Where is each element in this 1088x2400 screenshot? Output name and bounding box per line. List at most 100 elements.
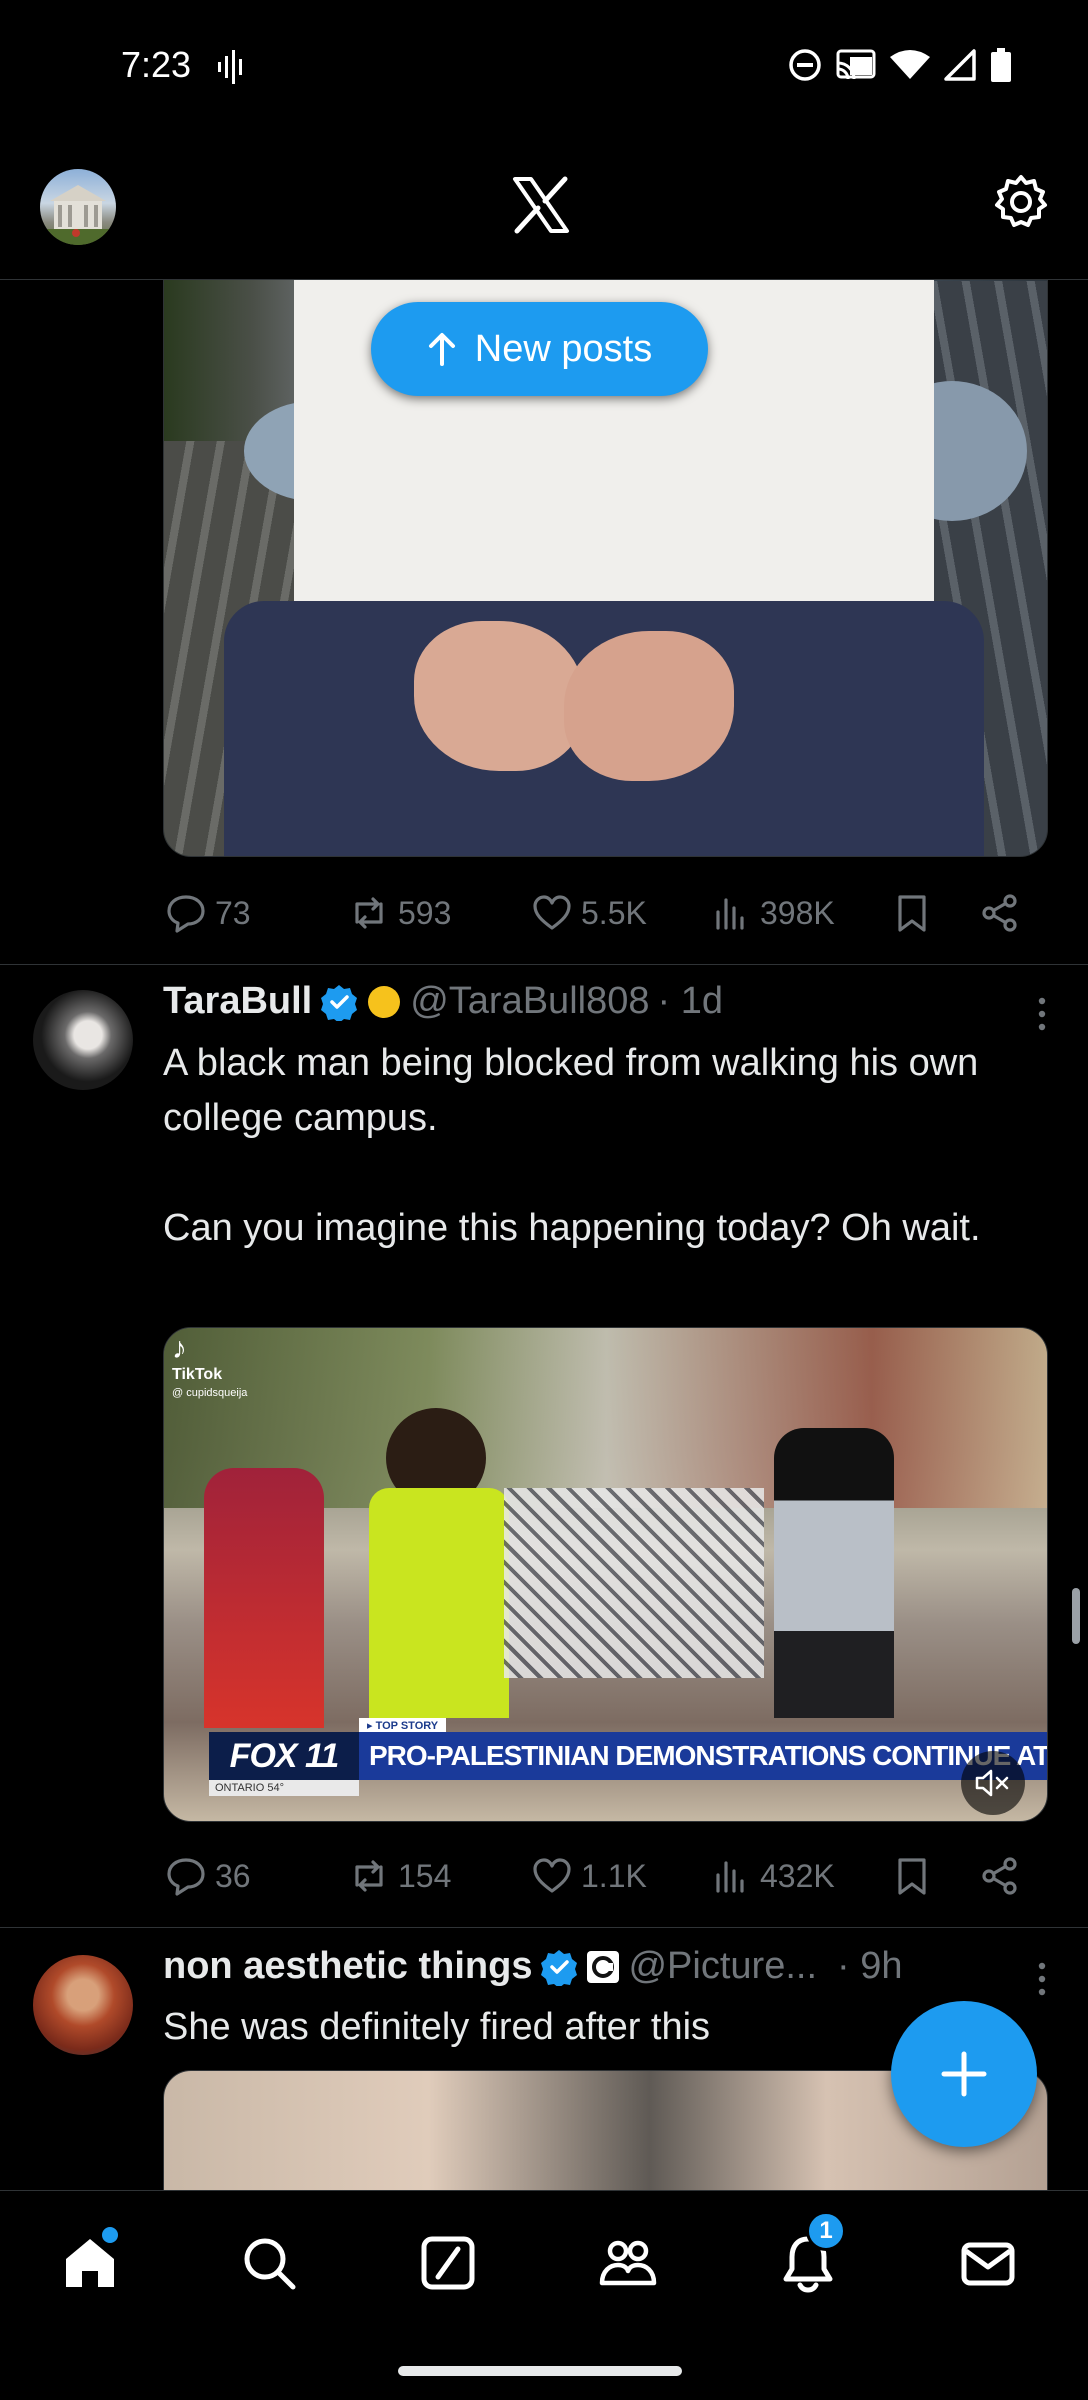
grok-icon: [421, 2236, 475, 2290]
search-icon: [244, 2238, 296, 2290]
author-name[interactable]: TaraBull: [163, 980, 312, 1023]
verified-badge-icon: [541, 1949, 578, 1986]
bookmark-button[interactable]: [891, 892, 933, 934]
tiktok-note-icon: ♪: [172, 1332, 187, 1365]
news-headline: PRO-PALESTINIAN DEMONSTRATIONS CONTINUE …: [359, 1732, 1047, 1780]
media-detail: [414, 621, 584, 771]
arrow-up-icon: [428, 333, 455, 366]
new-content-dot: [102, 2227, 118, 2243]
post-time: · 1d: [657, 980, 723, 1022]
do-not-disturb-icon: [789, 49, 821, 81]
reply-count: 73: [215, 894, 251, 931]
reply-icon: [167, 1858, 205, 1896]
author-name[interactable]: non aesthetic things: [163, 1945, 532, 1988]
post-actions: 73 593 5.5K 398K: [163, 888, 1043, 938]
x-logo-icon[interactable]: [511, 175, 571, 235]
cast-icon: [836, 49, 876, 80]
tiktok-label: TikTok: [172, 1366, 223, 1383]
nav-communities[interactable]: [596, 2231, 660, 2295]
nav-grok[interactable]: [416, 2231, 480, 2295]
post-video[interactable]: ♪ TikTok @ cupidsqueija ▸ TOP STORY FOX …: [163, 1327, 1048, 1822]
affiliate-badge-icon: [587, 1950, 620, 1983]
post-author-avatar[interactable]: [33, 990, 133, 1090]
post-text: She was definitely fired after this: [163, 2006, 711, 2048]
new-posts-label: New posts: [474, 327, 653, 370]
repost-icon: [355, 897, 383, 929]
notifications-badge: 1: [806, 2211, 846, 2251]
post-text-paragraph: A black man being blocked from walking h…: [163, 1042, 979, 1139]
building-avatar-image: [40, 185, 116, 245]
repost-count: 593: [398, 894, 452, 931]
more-options-icon[interactable]: [1036, 1961, 1048, 1997]
nav-home[interactable]: [58, 2227, 122, 2295]
share-button[interactable]: [979, 892, 1021, 934]
new-posts-button[interactable]: New posts: [371, 302, 708, 396]
post-author-avatar[interactable]: [33, 1955, 133, 2055]
cell-signal-icon: [944, 49, 976, 81]
post-divider: [0, 1927, 1088, 1928]
bookmark-icon: [898, 895, 926, 932]
views-button[interactable]: 432K: [710, 1855, 835, 1897]
news-location: ONTARIO 54°: [209, 1780, 359, 1796]
post-actions: 36 154 1.1K 432K: [163, 1851, 1043, 1901]
post-header: non aesthetic things @Picture... · 9h: [163, 1945, 902, 1988]
verified-badge-icon: [321, 984, 358, 1021]
channel-logo: FOX 11: [209, 1732, 359, 1780]
video-frame-detail: [504, 1488, 764, 1678]
speaker-muted-icon: [975, 1769, 1009, 1797]
status-time: 7:23: [121, 44, 192, 85]
author-handle[interactable]: @Picture...: [628, 1945, 817, 1988]
nav-search[interactable]: [237, 2231, 301, 2295]
status-icons: [788, 48, 1012, 82]
reply-icon: [167, 895, 205, 933]
video-frame-detail: [774, 1428, 894, 1718]
compose-post-button[interactable]: [891, 2001, 1037, 2147]
timeline-feed[interactable]: New posts 73 593 5.5K 398K TaraBull @Tar…: [0, 280, 1088, 2190]
views-count: 398K: [760, 894, 835, 931]
post-header: TaraBull @TaraBull808 · 1d: [163, 980, 723, 1023]
reply-button[interactable]: 73: [165, 892, 251, 934]
author-handle[interactable]: @TaraBull808: [410, 980, 649, 1023]
bookmark-icon: [898, 1858, 926, 1895]
post-divider: [0, 964, 1088, 965]
tiktok-user: @ cupidsqueija: [172, 1387, 248, 1399]
plus-icon: [941, 2051, 987, 2097]
mute-button[interactable]: [961, 1751, 1025, 1815]
like-button[interactable]: 5.5K: [531, 892, 647, 934]
share-icon: [982, 894, 1017, 932]
share-button[interactable]: [979, 1855, 1021, 1897]
scrollbar-thumb[interactable]: [1072, 1588, 1080, 1644]
like-count: 1.1K: [581, 1857, 647, 1894]
nav-notifications[interactable]: 1: [776, 2211, 846, 2295]
communities-icon: [599, 2240, 657, 2286]
repost-button[interactable]: 154: [348, 1855, 451, 1897]
tiktok-watermark: ♪ TikTok @ cupidsqueija: [172, 1332, 247, 1402]
nav-messages[interactable]: [956, 2231, 1020, 2295]
video-frame-detail: [369, 1488, 509, 1718]
reply-button[interactable]: 36: [165, 1855, 251, 1897]
share-icon: [982, 1857, 1017, 1895]
battery-icon: [991, 48, 1011, 82]
mail-icon: [961, 2242, 1015, 2286]
more-options-icon[interactable]: [1036, 996, 1048, 1032]
repost-icon: [355, 1860, 383, 1892]
post-text: A black man being blocked from walking h…: [163, 1036, 1023, 1256]
post-text-paragraph: Can you imagine this happening today? Oh…: [163, 1207, 981, 1249]
affiliate-badge-icon: [368, 985, 401, 1018]
gear-icon[interactable]: [992, 173, 1050, 231]
heart-icon: [533, 1858, 571, 1893]
top-app-bar: [0, 135, 1088, 280]
video-frame-detail: [204, 1468, 324, 1728]
like-button[interactable]: 1.1K: [531, 1855, 647, 1897]
views-button[interactable]: 398K: [710, 892, 835, 934]
wifi-icon: [890, 50, 930, 79]
bookmark-button[interactable]: [891, 1855, 933, 1897]
views-chart-icon: [716, 1861, 744, 1893]
repost-button[interactable]: 593: [348, 892, 451, 934]
repost-count: 154: [398, 1857, 452, 1894]
post-time: · 9h: [837, 1945, 903, 1987]
profile-avatar[interactable]: [40, 169, 116, 245]
gesture-home-indicator[interactable]: [398, 2366, 682, 2376]
views-count: 432K: [760, 1857, 835, 1894]
